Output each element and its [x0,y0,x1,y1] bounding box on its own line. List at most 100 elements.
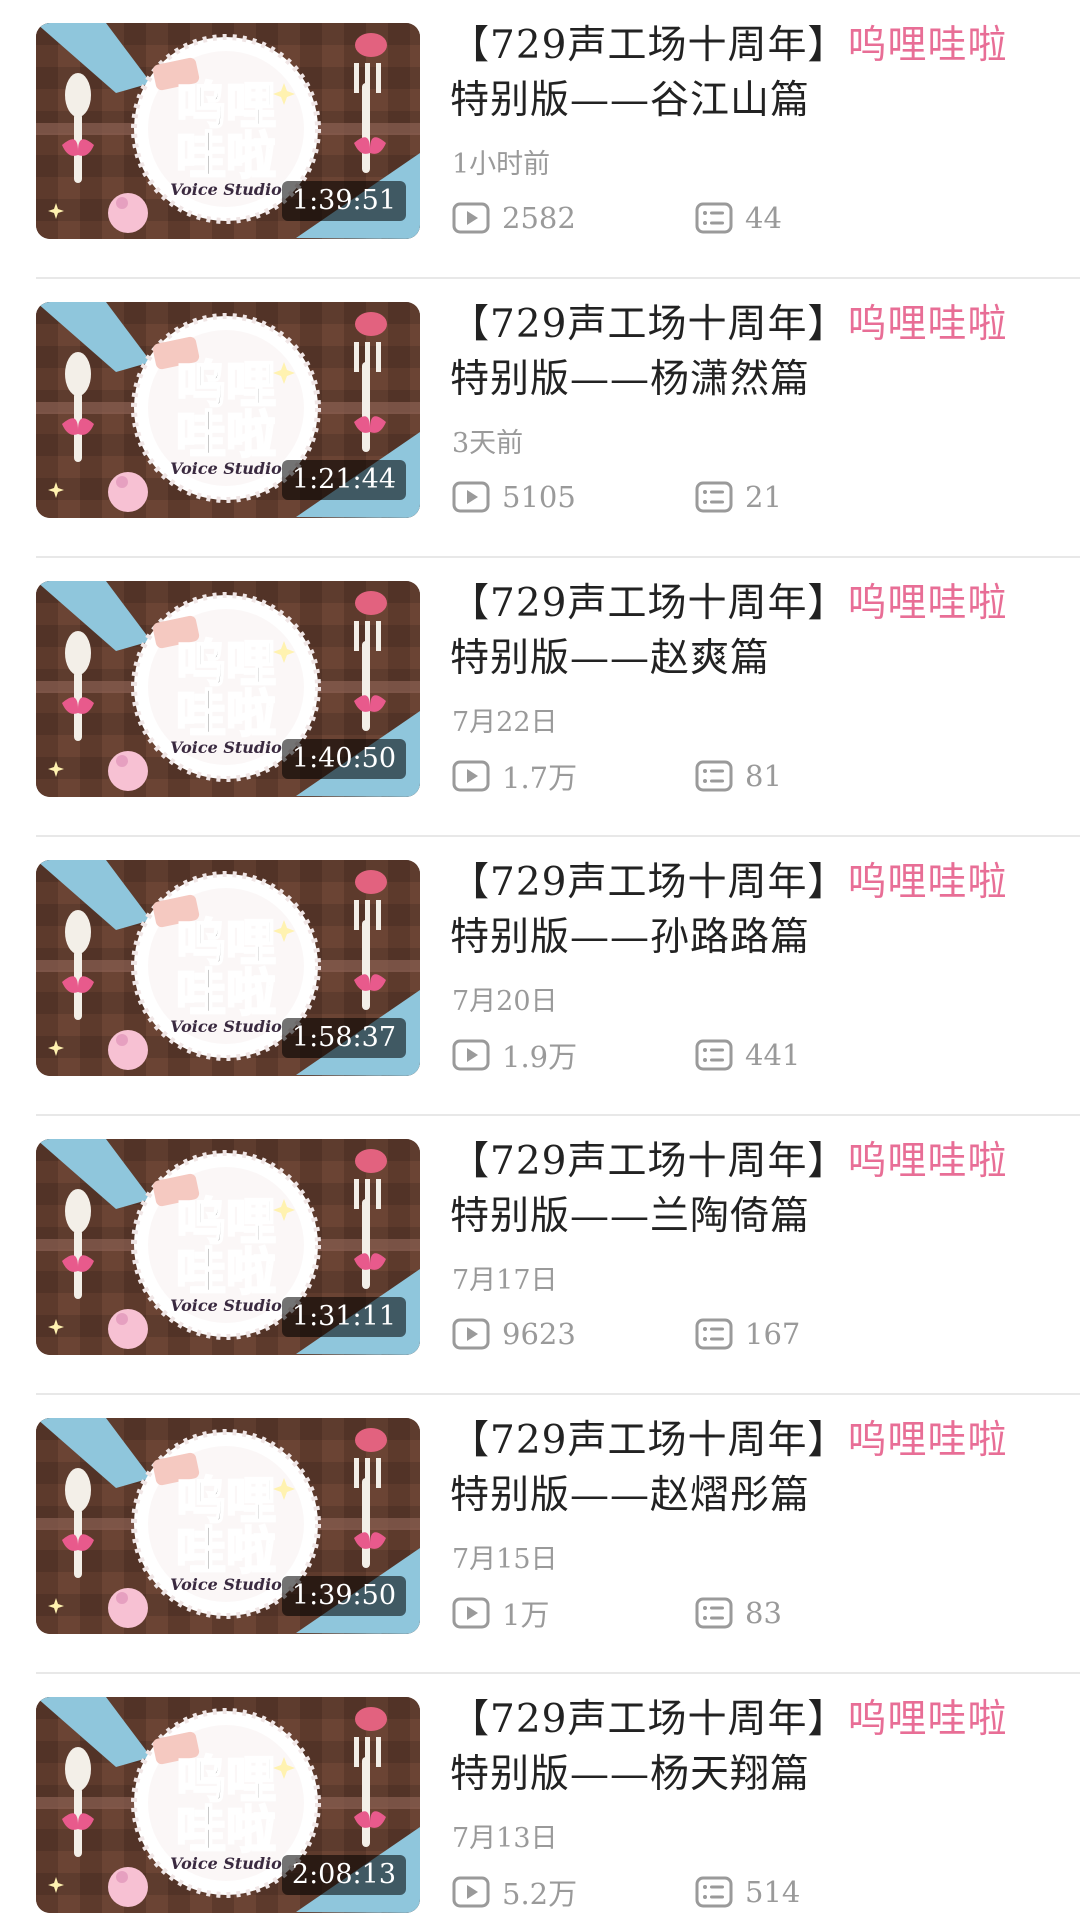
title-tag: 呜哩哇啦 [847,1139,1008,1184]
video-row[interactable]: 呜哩 哇啦 Voice Studio 1:21:44 【729声工场十周年】呜哩… [0,279,1080,558]
comment-count: 83 [695,1593,782,1633]
video-stats: 9623 167 [452,1314,972,1354]
comment-list-icon [695,481,733,513]
svg-text:哇啦: 哇啦 [176,1801,276,1859]
duration-badge: 2:08:13 [281,1855,406,1895]
title-suffix: 特别版——兰陶倚篇 [450,1194,811,1239]
comment-count: 441 [695,1035,800,1075]
comment-count-value: 21 [745,480,782,514]
video-stats: 2582 44 [452,198,972,238]
publish-date: 7月22日 [452,707,558,738]
comment-count-value: 441 [745,1038,801,1072]
svg-text:Voice Studio: Voice Studio [170,180,282,199]
title-prefix: 【729声工场十周年】 [450,1697,848,1742]
comment-count: 81 [695,756,782,796]
svg-text:哇啦: 哇啦 [176,127,276,185]
publish-date: 7月20日 [452,986,558,1017]
play-count: 2582 [452,198,576,238]
comment-count: 21 [695,477,782,517]
play-count: 1.7万 [452,756,577,796]
video-row[interactable]: 呜哩 哇啦 Voice Studio 1:39:51 【729声工场十周年】呜哩… [0,0,1080,279]
video-thumbnail[interactable]: 呜哩 哇啦 Voice Studio 1:31:11 [36,1139,420,1355]
duration-badge: 1:31:11 [281,1297,406,1337]
play-count-value: 9623 [502,1317,576,1351]
title-tag: 呜哩哇啦 [847,302,1008,347]
title-tag: 呜哩哇啦 [847,23,1008,68]
play-icon [452,1597,490,1629]
title-tag: 呜哩哇啦 [847,1697,1008,1742]
title-prefix: 【729声工场十周年】 [450,1418,848,1463]
publish-date: 7月15日 [452,1544,558,1575]
title-prefix: 【729声工场十周年】 [450,581,848,626]
play-icon [452,481,490,513]
duration-badge: 1:58:37 [281,1018,406,1058]
svg-text:哇啦: 哇啦 [176,406,276,464]
play-count: 9623 [452,1314,576,1354]
video-row[interactable]: 呜哩 哇啦 Voice Studio 1:58:37 【729声工场十周年】呜哩… [0,837,1080,1116]
video-title[interactable]: 【729声工场十周年】呜哩哇啦 特别版——谷江山篇 [450,18,1050,128]
video-row[interactable]: 呜哩 哇啦 Voice Studio 1:40:50 【729声工场十周年】呜哩… [0,558,1080,837]
title-prefix: 【729声工场十周年】 [450,23,848,68]
video-stats: 5.2万 514 [452,1872,972,1912]
title-tag: 呜哩哇啦 [847,581,1008,626]
title-suffix: 特别版——杨天翔篇 [450,1752,811,1797]
play-count-value: 5105 [502,480,576,514]
publish-date: 7月17日 [452,1265,558,1296]
publish-date: 7月13日 [452,1823,558,1854]
title-prefix: 【729声工场十周年】 [450,1139,848,1184]
video-thumbnail[interactable]: 呜哩 哇啦 Voice Studio 2:08:13 [36,1697,420,1913]
play-count: 1.9万 [452,1035,577,1075]
video-title[interactable]: 【729声工场十周年】呜哩哇啦 特别版——兰陶倚篇 [450,1134,1050,1244]
comment-list-icon [695,202,733,234]
title-prefix: 【729声工场十周年】 [450,302,848,347]
duration-badge: 1:21:44 [281,460,406,500]
svg-text:哇啦: 哇啦 [176,685,276,743]
video-thumbnail[interactable]: 呜哩 哇啦 Voice Studio 1:39:50 [36,1418,420,1634]
svg-text:Voice Studio: Voice Studio [170,459,282,478]
video-row[interactable]: 呜哩 哇啦 Voice Studio 1:31:11 【729声工场十周年】呜哩… [0,1116,1080,1395]
play-count: 5105 [452,477,576,517]
title-suffix: 特别版——谷江山篇 [450,78,811,123]
svg-text:Voice Studio: Voice Studio [170,1017,282,1036]
duration-badge: 1:39:50 [281,1576,406,1616]
comment-count: 514 [695,1872,800,1912]
video-thumbnail[interactable]: 呜哩 哇啦 Voice Studio 1:39:51 [36,23,420,239]
play-count-value: 5.2万 [502,1877,578,1911]
video-list: 呜哩 哇啦 Voice Studio 1:39:51 【729声工场十周年】呜哩… [0,0,1080,1925]
video-row[interactable]: 呜哩 哇啦 Voice Studio 2:08:13 【729声工场十周年】呜哩… [0,1674,1080,1925]
comment-count: 44 [695,198,782,238]
title-suffix: 特别版——赵爽篇 [450,636,771,681]
comment-count-value: 83 [745,1596,782,1630]
comment-count: 167 [695,1314,800,1354]
video-title[interactable]: 【729声工场十周年】呜哩哇啦 特别版——杨潇然篇 [450,297,1050,407]
title-tag: 呜哩哇啦 [847,860,1008,905]
video-thumbnail[interactable]: 呜哩 哇啦 Voice Studio 1:58:37 [36,860,420,1076]
play-icon [452,760,490,792]
title-tag: 呜哩哇啦 [847,1418,1008,1463]
play-icon [452,202,490,234]
play-count-value: 1.7万 [502,761,578,795]
duration-badge: 1:40:50 [281,739,406,779]
video-title[interactable]: 【729声工场十周年】呜哩哇啦 特别版——杨天翔篇 [450,1692,1050,1802]
video-thumbnail[interactable]: 呜哩 哇啦 Voice Studio 1:40:50 [36,581,420,797]
comment-count-value: 44 [745,201,782,235]
play-count-value: 1.9万 [502,1040,578,1074]
svg-text:哇啦: 哇啦 [176,1522,276,1580]
svg-text:Voice Studio: Voice Studio [170,1575,282,1594]
video-stats: 5105 21 [452,477,972,517]
comment-count-value: 167 [745,1317,801,1351]
play-icon [452,1318,490,1350]
comment-list-icon [695,1318,733,1350]
video-title[interactable]: 【729声工场十周年】呜哩哇啦 特别版——赵熠彤篇 [450,1413,1050,1523]
video-row[interactable]: 呜哩 哇啦 Voice Studio 1:39:50 【729声工场十周年】呜哩… [0,1395,1080,1674]
video-stats: 1.7万 81 [452,756,972,796]
svg-text:Voice Studio: Voice Studio [170,1854,282,1873]
play-count-value: 1万 [502,1598,550,1632]
video-title[interactable]: 【729声工场十周年】呜哩哇啦特别版——赵爽篇 [450,576,1050,686]
svg-text:Voice Studio: Voice Studio [170,738,282,757]
video-title[interactable]: 【729声工场十周年】呜哩哇啦 特别版——孙路路篇 [450,855,1050,965]
svg-text:哇啦: 哇啦 [176,1243,276,1301]
video-thumbnail[interactable]: 呜哩 哇啦 Voice Studio 1:21:44 [36,302,420,518]
video-stats: 1.9万 441 [452,1035,972,1075]
svg-text:哇啦: 哇啦 [176,964,276,1022]
